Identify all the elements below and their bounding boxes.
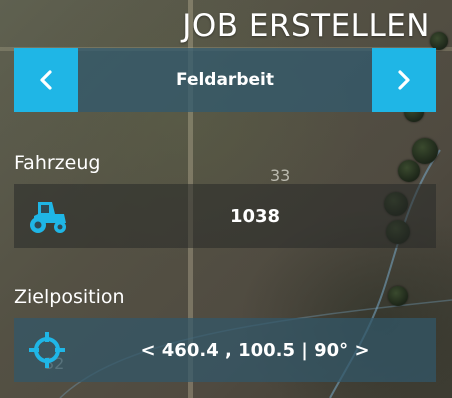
vehicle-field[interactable]: 1038 [14, 184, 436, 248]
map-tree [388, 286, 408, 306]
vehicle-value: 1038 [229, 205, 281, 227]
map-tree [398, 160, 420, 182]
job-type-selector[interactable]: Feldarbeit [14, 48, 436, 112]
target-position-field[interactable]: < 460.4 , 100.5 | 90° > [14, 318, 436, 382]
map-field-number: 33 [270, 166, 291, 185]
panel-title: JOB ERSTELLEN [182, 8, 430, 44]
vehicle-label: Fahrzeug [14, 152, 101, 174]
chevron-left-icon [40, 70, 52, 90]
tractor-icon [24, 193, 70, 239]
previous-job-type-button[interactable] [14, 48, 78, 112]
crosshair-icon [24, 327, 70, 373]
next-job-type-button[interactable] [372, 48, 436, 112]
target-position-value: < 460.4 , 100.5 | 90° > [140, 339, 370, 361]
target-position-label: Zielposition [14, 286, 125, 308]
map-tree [412, 138, 438, 164]
chevron-right-icon [398, 70, 410, 90]
job-type-value: Feldarbeit [176, 70, 274, 90]
